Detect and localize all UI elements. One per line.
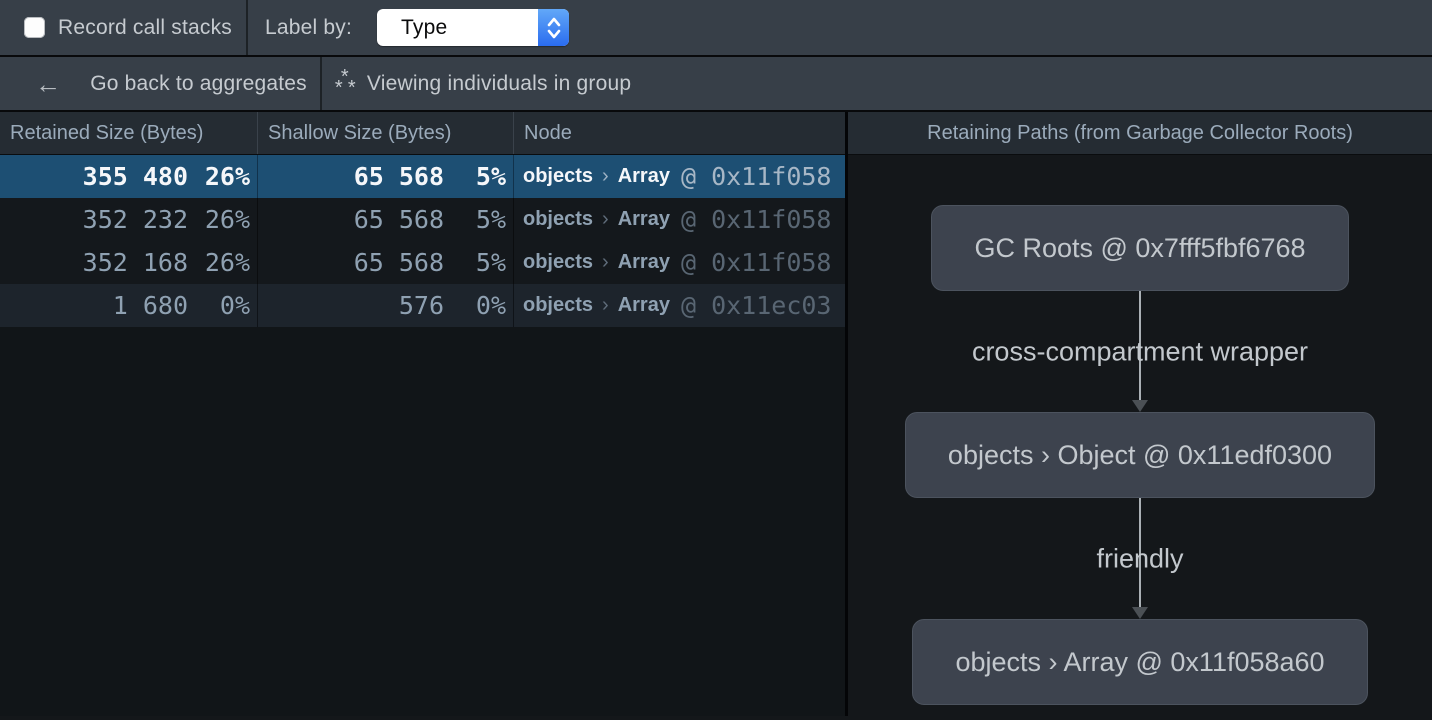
node-type: Array [618,165,670,188]
table-row[interactable]: 1 680 0% 576 0% objects › Array @ 0x11ec… [0,284,845,327]
shallow-size-percent: 5% [444,205,506,234]
retained-size-cell: 352 168 26% [0,241,258,284]
node-group-name: objects [523,165,593,188]
table-row[interactable]: 352 232 26% 65 568 5% objects › Array @ … [0,198,845,241]
select-stepper-icon [538,9,569,46]
memory-main-split: Retained Size (Bytes) Shallow Size (Byte… [0,112,1432,716]
shallow-size-percent: 5% [444,162,506,191]
graph-edge: friendly [848,498,1432,619]
toolbar-separator [320,57,322,110]
shallow-size-value: 65 568 [354,205,444,234]
node-separator: › [602,165,609,188]
label-by-select[interactable]: Type [377,9,569,46]
retained-size-percent: 26% [188,205,250,234]
node-separator: › [602,208,609,231]
label-by-selected-value: Type [401,16,538,40]
retained-size-cell: 352 232 26% [0,198,258,241]
node-separator: › [602,294,609,317]
retained-size-value: 352 168 [83,248,188,277]
toolbar-separator [246,0,248,55]
node-address: @ 0x11ec03 [681,291,832,320]
shallow-size-cell: 65 568 5% [258,155,514,198]
node-type: Array [618,294,670,317]
retained-size-value: 352 232 [83,205,188,234]
table-row[interactable]: 352 168 26% 65 568 5% objects › Array @ … [0,241,845,284]
node-address: @ 0x11f058 [681,162,832,191]
shallow-size-value: 65 568 [354,248,444,277]
individuals-subtoolbar: ← Go back to aggregates * * * Viewing in… [0,57,1432,112]
retaining-paths-title: Retaining Paths (from Garbage Collector … [848,112,1432,155]
retained-size-percent: 0% [188,291,250,320]
node-type: Array [618,208,670,231]
node-group-name: objects [523,251,593,274]
record-call-stacks-checkbox[interactable] [24,17,45,38]
node-cell: objects › Array @ 0x11ec03 [514,284,845,327]
back-arrow-icon[interactable]: ← [35,71,61,97]
retaining-paths-graph: GC Roots @ 0x7fff5fbf6768 cross-compartm… [848,155,1432,716]
shallow-size-cell: 65 568 5% [258,198,514,241]
shallow-size-percent: 0% [444,291,506,320]
retained-size-value: 355 480 [83,162,188,191]
column-header-node[interactable]: Node [514,112,845,154]
node-address: @ 0x11f058 [681,205,832,234]
go-back-to-aggregates-button[interactable]: Go back to aggregates [90,72,307,96]
node-cell: objects › Array @ 0x11f058 [514,155,845,198]
arrow-down-icon [1132,400,1148,412]
memory-toolbar: Record call stacks Label by: Type [0,0,1432,57]
retained-size-cell: 1 680 0% [0,284,258,327]
table-row[interactable]: 355 480 26% 65 568 5% objects › Array @ … [0,155,845,198]
node-type: Array [618,251,670,274]
column-header-retained-size[interactable]: Retained Size (Bytes) [0,112,258,154]
shallow-size-cell: 576 0% [258,284,514,327]
shallow-size-value: 65 568 [354,162,444,191]
column-header-shallow-size[interactable]: Shallow Size (Bytes) [258,112,514,154]
node-group-name: objects [523,294,593,317]
shallow-size-percent: 5% [444,248,506,277]
viewing-individuals-label: Viewing individuals in group [367,72,631,96]
heap-table-pane: Retained Size (Bytes) Shallow Size (Byte… [0,112,845,716]
retained-size-percent: 26% [188,248,250,277]
retained-size-percent: 26% [188,162,250,191]
node-cell: objects › Array @ 0x11f058 [514,241,845,284]
shallow-size-value: 576 [399,291,444,320]
heap-table-header: Retained Size (Bytes) Shallow Size (Byte… [0,112,845,155]
graph-node-array: objects › Array @ 0x11f058a60 [912,619,1367,705]
node-group-name: objects [523,208,593,231]
edge-label: cross-compartment wrapper [972,336,1308,367]
label-by-label: Label by: [265,16,352,40]
graph-node-object: objects › Object @ 0x11edf0300 [905,412,1375,498]
retaining-paths-pane: Retaining Paths (from Garbage Collector … [848,112,1432,716]
edge-label: friendly [1096,543,1183,574]
graph-edge: cross-compartment wrapper [848,291,1432,412]
node-separator: › [602,251,609,274]
node-cell: objects › Array @ 0x11f058 [514,198,845,241]
shallow-size-cell: 65 568 5% [258,241,514,284]
record-call-stacks-label: Record call stacks [58,16,232,40]
retained-size-value: 1 680 [113,291,188,320]
heap-table-rows: 355 480 26% 65 568 5% objects › Array @ … [0,155,845,716]
graph-node-gc-roots: GC Roots @ 0x7fff5fbf6768 [931,205,1348,291]
individuals-icon: * * * [335,70,361,98]
node-address: @ 0x11f058 [681,248,832,277]
arrow-down-icon [1132,607,1148,619]
retained-size-cell: 355 480 26% [0,155,258,198]
